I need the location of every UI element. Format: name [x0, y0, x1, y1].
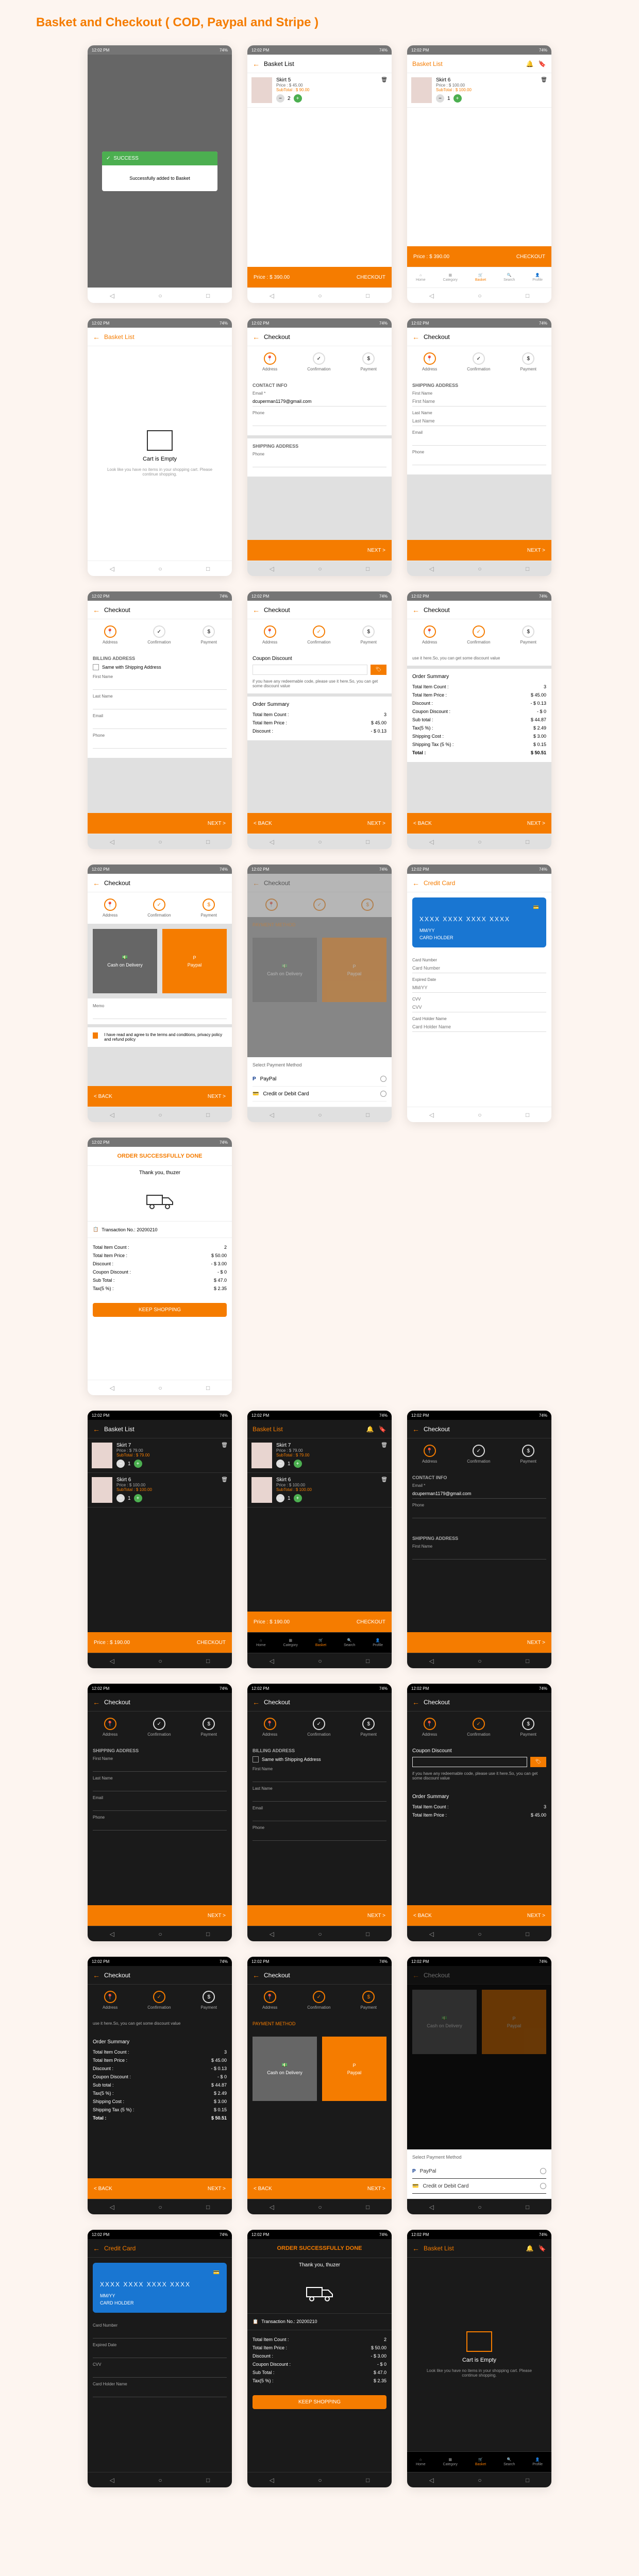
screen-card-dark: 12:02 PM74% ←Credit Card 💳XXXX XXXX XXXX… [88, 2230, 232, 2487]
header-title: Basket List [264, 60, 386, 67]
coupon-apply-button[interactable]: 🏷 [371, 665, 386, 675]
nav-home[interactable]: ⌂Home [416, 274, 426, 282]
nav-profile[interactable]: 👤Profile [532, 273, 543, 282]
screen-paypal-select-dark: 12:02 PM74% ←Checkout💵Cash on DeliveryPP… [407, 1957, 551, 2214]
email-input[interactable] [253, 397, 386, 406]
screen-empty-dark: 12:02 PM74% ←Basket List🔔🔖 Cart is Empty… [407, 2230, 551, 2487]
screen-summary-dark: 12:02 PM74% ←Checkout 📍Address✓Confirmat… [88, 1957, 232, 2214]
screen-checkout-contact: 12:02 PM74% ←Checkout 📍Address ✓Confirma… [247, 318, 392, 576]
screen-order-success: 12:02 PM74% ORDER SUCCESSFULLY DONE Than… [88, 1138, 232, 1395]
modal-message: Successfully added to Basket [102, 165, 217, 191]
screen-payment-method: 12:02 PM74% ←Checkout 📍Address ✓Confirma… [88, 865, 232, 1122]
back-icon[interactable]: ← [253, 60, 260, 68]
keep-shopping-button[interactable]: KEEP SHOPPING [93, 1303, 227, 1317]
screen-billing-dark: 12:02 PM74% ←Checkout 📍Address✓Confirmat… [247, 1684, 392, 1941]
basket-footer: Price : $ 390.00 CHECKOUT [247, 267, 392, 287]
minus-button[interactable]: − [276, 94, 284, 103]
screen-credit-card: 12:02 PM74% ←Credit Card 💳 XXXX XXXX XXX… [407, 865, 551, 1122]
modal-header: ✓SUCCESS [102, 151, 217, 165]
card-preview: 💳 XXXX XXXX XXXX XXXX MM/YY CARD HOLDER [412, 897, 546, 947]
success-title: ORDER SUCCESSFULLY DONE [88, 1147, 232, 1166]
delete-icon[interactable]: 🗑 [381, 77, 388, 103]
step-address[interactable]: 📍 [264, 352, 276, 365]
checkout-button[interactable]: CHECKOUT [357, 275, 385, 280]
screen-checkout-summary: 12:02 PM74% ←Checkout 📍Address ✓Confirma… [407, 591, 551, 849]
step-payment: $ [362, 352, 375, 365]
truck-icon [144, 1190, 175, 1211]
pay-cod[interactable]: 💵Cash on Delivery [93, 929, 157, 993]
header: ← Basket List [247, 55, 392, 73]
page-title: Basket and Checkout ( COD, Paypal and St… [15, 15, 624, 30]
screen-success-dark: 12:02 PM74% ORDER SUCCESSFULLY DONEThank… [247, 2230, 392, 2487]
paypal-option[interactable]: PPayPal [253, 1072, 386, 1087]
phone-input[interactable] [253, 416, 386, 426]
statusbar: 12:02 PM74% [88, 45, 232, 55]
next-button[interactable]: NEXT > [367, 548, 385, 553]
nav-search[interactable]: 🔍Search [503, 273, 515, 282]
card-number-input[interactable] [412, 963, 546, 973]
fname-input[interactable] [412, 397, 546, 406]
screen-payment-dark: 12:02 PM74% ←Checkout 📍Address✓Confirmat… [247, 1957, 392, 2214]
empty-cart-icon [147, 430, 173, 451]
screen-checkout-coupon: 12:02 PM74% ←Checkout 📍Address ✓Confirma… [247, 591, 392, 849]
memo-input[interactable] [93, 1009, 227, 1019]
empty-message: Look like you have no items in your shop… [88, 467, 232, 477]
screen-basket-light: 12:02 PM74% ← Basket List Skirt 5 Price … [247, 45, 392, 303]
nav-basket[interactable]: 🛒Basket [475, 273, 486, 282]
card-option[interactable]: 💳Credit or Debit Card [253, 1087, 386, 1101]
card-name-input[interactable] [412, 1022, 546, 1032]
check-icon: ✓ [106, 156, 110, 161]
pay-paypal[interactable]: PPaypal [162, 929, 227, 993]
empty-title: Cart is Empty [143, 456, 177, 462]
android-nav: ◁○□ [88, 287, 232, 303]
success-modal: ✓SUCCESS Successfully added to Basket [88, 55, 232, 287]
screen-modal: 12:02 PM74% ✓SUCCESS Successfully added … [88, 45, 232, 303]
screen-basket-nav: 12:02 PM74% Basket List 🔔 🔖 Skirt 6 Pric… [407, 45, 551, 303]
checkout-steps: 📍Address ✓Confirmation $Payment [247, 346, 392, 378]
notification-icon[interactable]: 🔔 [526, 60, 534, 68]
screen-empty-basket: 12:02 PM74% ←Basket List Cart is Empty L… [88, 318, 232, 576]
back-button[interactable]: < BACK [254, 821, 272, 826]
card-cvv-input[interactable] [412, 1003, 546, 1012]
coupon-input[interactable] [253, 665, 367, 675]
product-image [251, 77, 272, 103]
screen-coupon-dark: 12:02 PM74% ←Checkout 📍Address✓Confirmat… [407, 1684, 551, 1941]
step-confirm: ✓ [313, 352, 325, 365]
nav-category[interactable]: ▦Category [443, 273, 458, 282]
screen-paypal-select: 12:02 PM74% ←Checkout 📍✓$ PAYMENT METHOD… [247, 865, 392, 1122]
bookmark-icon[interactable]: 🔖 [538, 60, 546, 68]
screen-checkout-contact-dark: 12:02 PM74% ←Checkout 📍Address✓Confirmat… [407, 1411, 551, 1668]
basket-item[interactable]: Skirt 5 Price : $ 45.00 SubTotal : $ 90.… [247, 73, 392, 108]
screen-checkout-billing: 12:02 PM74% ←Checkout 📍Address ✓Confirma… [88, 591, 232, 849]
screen-shipping-dark: 12:02 PM74% ←Checkout 📍Address✓Confirmat… [88, 1684, 232, 1941]
screen-basket-dark-nav: 12:02 PM74% Basket List🔔🔖 Skirt 7Price :… [247, 1411, 392, 1668]
screen-checkout-shipping: 12:02 PM74% ←Checkout 📍Address ✓Confirma… [407, 318, 551, 576]
terms-checkbox[interactable] [93, 1032, 98, 1039]
bottom-nav: ⌂Home ▦Category 🛒Basket 🔍Search 👤Profile [407, 267, 551, 287]
screen-basket-dark: 12:02 PM74% ←Basket List Skirt 7Price : … [88, 1411, 232, 1668]
card-expiry-input[interactable] [412, 983, 546, 993]
plus-button[interactable]: + [294, 94, 302, 103]
same-checkbox[interactable] [93, 664, 99, 670]
lname-input[interactable] [412, 416, 546, 426]
